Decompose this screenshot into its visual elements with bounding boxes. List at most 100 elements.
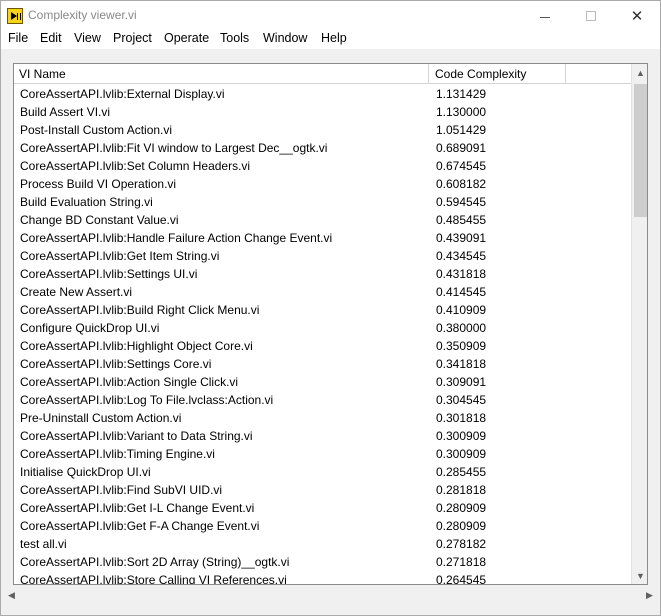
vi-name-cell: Configure QuickDrop UI.vi — [20, 321, 160, 335]
menu-view[interactable]: View — [73, 31, 102, 45]
table-row[interactable]: CoreAssertAPI.lvlib:External Display.vi 1… — [14, 85, 631, 103]
table-row[interactable]: Build Assert VI.vi 1.130000 — [14, 103, 631, 121]
code-complexity-cell: 0.280909 — [436, 501, 487, 515]
table-row[interactable]: CoreAssertAPI.lvlib:Build Right Click Me… — [14, 301, 631, 319]
column-header-code-complexity[interactable]: Code Complexity — [430, 64, 566, 84]
code-complexity-cell: 1.130000 — [436, 105, 487, 119]
table-row[interactable]: CoreAssertAPI.lvlib:Get Item String.vi 0.… — [14, 247, 631, 265]
table-row[interactable]: Create New Assert.vi 0.414545 — [14, 283, 631, 301]
menu-project[interactable]: Project — [112, 31, 153, 45]
vertical-scroll-thumb[interactable] — [634, 84, 647, 217]
table-row[interactable]: Pre-Uninstall Custom Action.vi 0.301818 — [14, 409, 631, 427]
vi-name-cell: CoreAssertAPI.lvlib:Get F-A Change Event… — [20, 519, 260, 533]
vi-name-cell: CoreAssertAPI.lvlib:Highlight Object Cor… — [20, 339, 253, 353]
table-row[interactable]: CoreAssertAPI.lvlib:Get I-L Change Event… — [14, 499, 631, 517]
table-row[interactable]: CoreAssertAPI.lvlib:Log To File.lvclass:… — [14, 391, 631, 409]
title-bar[interactable]: Complexity viewer.vi ✕ — [1, 1, 660, 31]
maximize-button[interactable] — [568, 1, 614, 31]
code-complexity-cell: 0.278182 — [436, 537, 487, 551]
vi-name-cell: Build Evaluation String.vi — [20, 195, 153, 209]
vi-name-cell: Post-Install Custom Action.vi — [20, 123, 173, 137]
code-complexity-cell: 1.131429 — [436, 87, 487, 101]
table-row[interactable]: Initialise QuickDrop UI.vi 0.285455 — [14, 463, 631, 481]
vi-name-cell: CoreAssertAPI.lvlib:Set Column Headers.v… — [20, 159, 251, 173]
code-complexity-cell: 0.341818 — [436, 357, 487, 371]
code-complexity-cell: 0.485455 — [436, 213, 487, 227]
table-row[interactable]: CoreAssertAPI.lvlib:Highlight Object Cor… — [14, 337, 631, 355]
horizontal-scrollbar[interactable]: ◀ ▶ — [1, 587, 660, 604]
code-complexity-cell: 0.410909 — [436, 303, 487, 317]
menu-help[interactable]: Help — [320, 31, 348, 45]
close-button[interactable]: ✕ — [614, 1, 660, 31]
vi-name-cell: CoreAssertAPI.lvlib:Store Calling VI Ref… — [20, 573, 287, 585]
table-row[interactable]: CoreAssertAPI.lvlib:Set Column Headers.v… — [14, 157, 631, 175]
code-complexity-cell: 0.281818 — [436, 483, 487, 497]
menu-bar: File Edit View Project Operate Tools Win… — [1, 29, 660, 49]
minimize-icon — [540, 16, 550, 18]
table-row[interactable]: CoreAssertAPI.lvlib:Store Calling VI Ref… — [14, 571, 631, 585]
close-icon: ✕ — [630, 7, 644, 25]
code-complexity-cell: 0.608182 — [436, 177, 487, 191]
vertical-scrollbar[interactable]: ▲ ▼ — [631, 64, 647, 584]
bars-glyph — [17, 13, 21, 20]
table-row[interactable]: Configure QuickDrop UI.vi 0.380000 — [14, 319, 631, 337]
scroll-up-icon[interactable]: ▲ — [632, 64, 647, 81]
code-complexity-cell: 0.434545 — [436, 249, 487, 263]
table-row[interactable]: Build Evaluation String.vi 0.594545 — [14, 193, 631, 211]
vi-name-cell: Create New Assert.vi — [20, 285, 133, 299]
listbox-rows: CoreAssertAPI.lvlib:External Display.vi 1… — [14, 85, 631, 585]
vi-name-cell: CoreAssertAPI.lvlib:Settings Core.vi — [20, 357, 212, 371]
table-row[interactable]: CoreAssertAPI.lvlib:Variant to Data Stri… — [14, 427, 631, 445]
application-window: Complexity viewer.vi ✕ File Edit View Pr… — [0, 0, 661, 616]
vi-name-cell: CoreAssertAPI.lvlib:Find SubVI UID.vi — [20, 483, 223, 497]
labview-vi-icon[interactable] — [7, 8, 23, 24]
code-complexity-cell: 0.431818 — [436, 267, 487, 281]
table-row[interactable]: CoreAssertAPI.lvlib:Find SubVI UID.vi 0.2… — [14, 481, 631, 499]
table-row[interactable]: Change BD Constant Value.vi 0.485455 — [14, 211, 631, 229]
maximize-icon — [586, 11, 596, 21]
scroll-right-icon[interactable]: ▶ — [641, 587, 658, 604]
table-row[interactable]: Process Build VI Operation.vi 0.608182 — [14, 175, 631, 193]
code-complexity-cell: 0.674545 — [436, 159, 487, 173]
code-complexity-cell: 0.309091 — [436, 375, 487, 389]
code-complexity-cell: 1.051429 — [436, 123, 487, 137]
vi-name-cell: Change BD Constant Value.vi — [20, 213, 179, 227]
code-complexity-cell: 0.414545 — [436, 285, 487, 299]
table-row[interactable]: test all.vi 0.278182 — [14, 535, 631, 553]
vi-name-cell: Pre-Uninstall Custom Action.vi — [20, 411, 182, 425]
vi-name-cell: CoreAssertAPI.lvlib:Action Single Click.… — [20, 375, 239, 389]
table-row[interactable]: CoreAssertAPI.lvlib:Settings UI.vi 0.4318… — [14, 265, 631, 283]
scroll-left-icon[interactable]: ◀ — [3, 587, 20, 604]
menu-edit[interactable]: Edit — [39, 31, 63, 45]
menu-tools[interactable]: Tools — [219, 31, 250, 45]
vi-name-cell: CoreAssertAPI.lvlib:Sort 2D Array (Strin… — [20, 555, 290, 569]
code-complexity-cell: 0.280909 — [436, 519, 487, 533]
vi-name-cell: CoreAssertAPI.lvlib:Fit VI window to Lar… — [20, 141, 328, 155]
window-title: Complexity viewer.vi — [28, 8, 137, 22]
column-header-vi-name[interactable]: VI Name — [14, 64, 429, 84]
vi-name-cell: CoreAssertAPI.lvlib:Get Item String.vi — [20, 249, 220, 263]
vi-name-cell: Process Build VI Operation.vi — [20, 177, 177, 191]
vi-name-cell: CoreAssertAPI.lvlib:Build Right Click Me… — [20, 303, 260, 317]
menu-file[interactable]: File — [7, 31, 29, 45]
menu-operate[interactable]: Operate — [163, 31, 210, 45]
table-row[interactable]: CoreAssertAPI.lvlib:Action Single Click.… — [14, 373, 631, 391]
table-row[interactable]: CoreAssertAPI.lvlib:Settings Core.vi 0.34… — [14, 355, 631, 373]
table-row[interactable]: Post-Install Custom Action.vi 1.051429 — [14, 121, 631, 139]
complexity-listbox[interactable]: VI Name Code Complexity CoreAssertAPI.lv… — [13, 63, 648, 585]
code-complexity-cell: 0.439091 — [436, 231, 487, 245]
listbox-header: VI Name Code Complexity — [14, 64, 631, 84]
table-row[interactable]: CoreAssertAPI.lvlib:Timing Engine.vi 0.30… — [14, 445, 631, 463]
scroll-down-icon[interactable]: ▼ — [632, 567, 647, 584]
code-complexity-cell: 0.271818 — [436, 555, 487, 569]
vi-name-cell: test all.vi — [20, 537, 67, 551]
code-complexity-cell: 0.300909 — [436, 429, 487, 443]
table-row[interactable]: CoreAssertAPI.lvlib:Sort 2D Array (Strin… — [14, 553, 631, 571]
menu-window[interactable]: Window — [262, 31, 308, 45]
vi-name-cell: CoreAssertAPI.lvlib:Variant to Data Stri… — [20, 429, 253, 443]
table-row[interactable]: CoreAssertAPI.lvlib:Get F-A Change Event… — [14, 517, 631, 535]
table-row[interactable]: CoreAssertAPI.lvlib:Fit VI window to Lar… — [14, 139, 631, 157]
code-complexity-cell: 0.594545 — [436, 195, 487, 209]
minimize-button[interactable] — [522, 1, 568, 31]
table-row[interactable]: CoreAssertAPI.lvlib:Handle Failure Actio… — [14, 229, 631, 247]
